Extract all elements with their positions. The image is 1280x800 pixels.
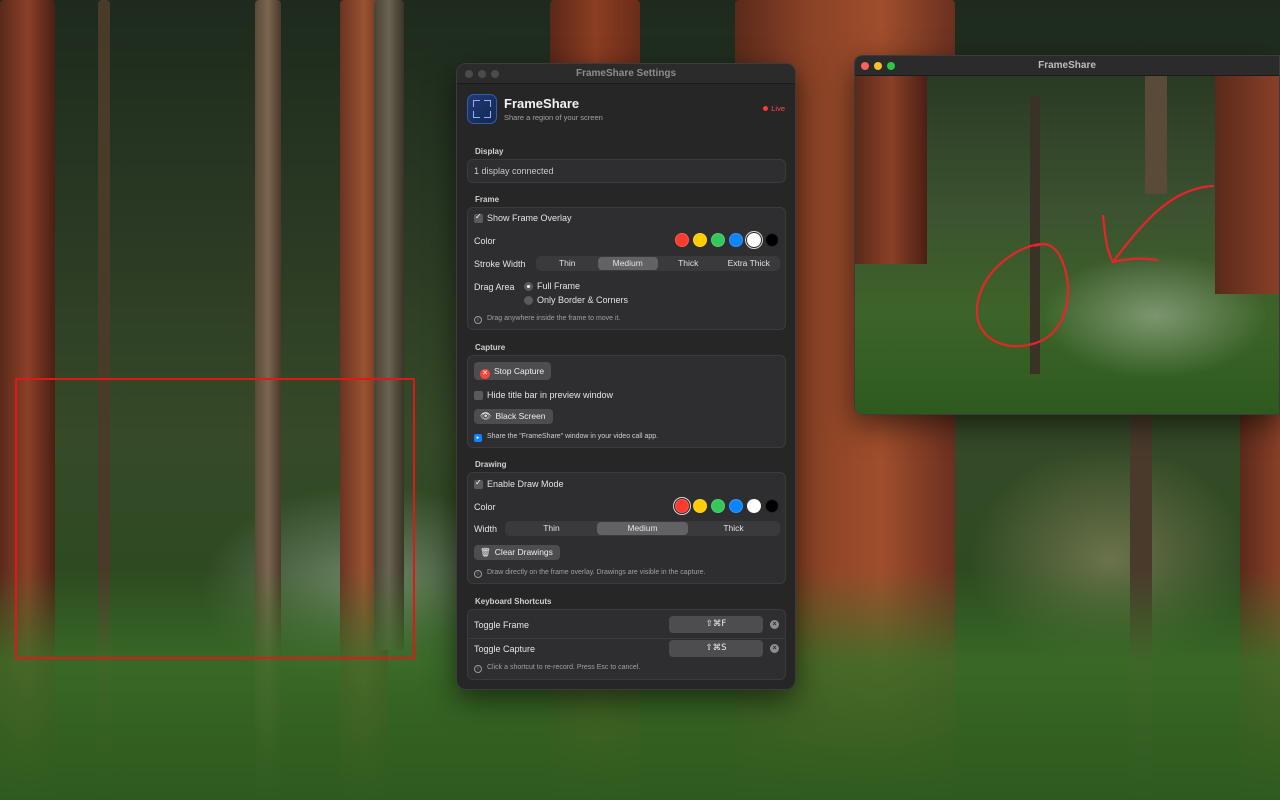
frame-section-label: Frame bbox=[475, 195, 500, 204]
toggle-capture-label: Toggle Capture bbox=[474, 644, 536, 654]
live-label: Live bbox=[771, 104, 785, 113]
toggle-capture-shortcut-field[interactable]: ⇧⌘S bbox=[669, 640, 763, 657]
live-indicator: Live bbox=[763, 104, 785, 113]
stroke-width-option-thin[interactable]: Thin bbox=[537, 257, 598, 270]
color-swatch-3[interactable] bbox=[729, 233, 743, 247]
shortcut-divider bbox=[468, 638, 785, 639]
drawing-width-option-medium[interactable]: Medium bbox=[597, 522, 688, 535]
info-icon: i bbox=[474, 316, 482, 324]
color-swatch-4[interactable] bbox=[747, 499, 761, 513]
app-name: FrameShare bbox=[504, 96, 580, 111]
capture-frame-overlay[interactable] bbox=[15, 378, 415, 659]
color-swatch-0[interactable] bbox=[675, 233, 689, 247]
drag-border-corners-label[interactable]: Only Border & Corners bbox=[537, 295, 628, 305]
enable-draw-mode-label[interactable]: Enable Draw Mode bbox=[487, 479, 564, 489]
clear-toggle-frame-shortcut-icon[interactable]: × bbox=[770, 620, 779, 629]
drawing-color-label: Color bbox=[474, 502, 496, 512]
clear-toggle-capture-shortcut-icon[interactable]: × bbox=[770, 644, 779, 653]
toggle-frame-label: Toggle Frame bbox=[474, 620, 530, 630]
color-swatch-0[interactable] bbox=[675, 499, 689, 513]
drag-border-corners-radio[interactable] bbox=[524, 296, 533, 305]
frame-color-swatches bbox=[675, 233, 779, 247]
color-swatch-2[interactable] bbox=[711, 499, 725, 513]
frame-color-label: Color bbox=[474, 236, 496, 246]
black-screen-button[interactable]: 👁 Black Screen bbox=[474, 409, 553, 424]
app-icon bbox=[467, 94, 497, 124]
preview-drawings bbox=[975, 184, 1215, 348]
drawing-width-segmented-control: Thin Medium Thick bbox=[505, 521, 780, 536]
stop-capture-button[interactable]: ✕ Stop Capture bbox=[474, 362, 552, 380]
hide-titlebar-label[interactable]: Hide title bar in preview window bbox=[487, 390, 613, 400]
window-title: FrameShare Settings bbox=[575, 68, 677, 79]
app-subtitle: Share a region of your screen bbox=[504, 113, 603, 122]
drawing-section-label: Drawing bbox=[475, 460, 507, 469]
enable-draw-mode-checkbox[interactable] bbox=[474, 478, 483, 489]
hide-titlebar-checkbox[interactable] bbox=[474, 391, 483, 400]
live-dot-icon bbox=[763, 106, 769, 111]
clear-drawings-button[interactable]: 🗑 Clear Drawings bbox=[474, 545, 560, 560]
drawing-width-option-thick[interactable]: Thick bbox=[688, 522, 779, 535]
capture-hint: ▸ Share the "FrameShare" window in your v… bbox=[474, 433, 658, 442]
capture-section-label: Capture bbox=[475, 343, 506, 352]
drag-full-frame-label[interactable]: Full Frame bbox=[537, 281, 580, 291]
shortcuts-hint: i Click a shortcut to re-record. Press Es… bbox=[474, 664, 640, 673]
app-header: FrameShare Share a region of your screen… bbox=[467, 94, 785, 128]
frame-box: Show Frame Overlay Color Stroke Width Th… bbox=[467, 207, 786, 330]
frame-hint: i Drag anywhere inside the frame to move … bbox=[474, 315, 620, 324]
capture-box: ✕ Stop Capture Hide title bar in preview … bbox=[467, 355, 786, 448]
color-swatch-2[interactable] bbox=[711, 233, 725, 247]
toggle-frame-shortcut-field[interactable]: ⇧⌘F bbox=[669, 616, 763, 633]
share-window-icon: ▸ bbox=[474, 434, 482, 442]
drawn-circle bbox=[975, 242, 1070, 348]
eye-icon: 👁 bbox=[480, 412, 492, 422]
drawing-hint: i Draw directly on the frame overlay. Dra… bbox=[474, 569, 706, 578]
display-box: 1 display connected bbox=[467, 159, 786, 183]
preview-content bbox=[855, 76, 1279, 414]
show-frame-overlay-checkbox[interactable] bbox=[474, 212, 483, 223]
settings-window: FrameShare Settings FrameShare Share a r… bbox=[456, 63, 796, 690]
color-swatch-1[interactable] bbox=[693, 499, 707, 513]
stop-icon: ✕ bbox=[480, 369, 490, 379]
trash-icon: 🗑 bbox=[480, 547, 491, 557]
display-section-label: Display bbox=[475, 147, 504, 156]
color-swatch-4[interactable] bbox=[747, 233, 761, 247]
display-status: 1 display connected bbox=[474, 166, 554, 176]
drag-full-frame-radio[interactable] bbox=[524, 282, 533, 291]
info-icon: i bbox=[474, 570, 482, 578]
color-swatch-5[interactable] bbox=[765, 499, 779, 513]
color-swatch-3[interactable] bbox=[729, 499, 743, 513]
stroke-width-segmented-control: Thin Medium Thick Extra Thick bbox=[536, 256, 780, 271]
drawing-width-option-thin[interactable]: Thin bbox=[506, 522, 597, 535]
stroke-width-option-extra-thick[interactable]: Extra Thick bbox=[719, 257, 780, 270]
drawing-box: Enable Draw Mode Color Width ThinMediumT… bbox=[467, 472, 786, 584]
preview-titlebar[interactable]: FrameShare bbox=[855, 56, 1279, 76]
drawn-arrow bbox=[1101, 184, 1215, 264]
settings-titlebar[interactable]: FrameShare Settings bbox=[457, 64, 795, 84]
info-icon: i bbox=[474, 665, 482, 673]
stroke-width-label: Stroke Width bbox=[474, 259, 526, 269]
preview-window: FrameShare bbox=[854, 55, 1280, 415]
drawing-width-label: Width bbox=[474, 524, 498, 534]
show-frame-overlay-label[interactable]: Show Frame Overlay bbox=[487, 213, 572, 223]
drag-area-label: Drag Area bbox=[474, 282, 515, 292]
stroke-width-option-medium[interactable]: Medium bbox=[597, 257, 658, 270]
color-swatch-5[interactable] bbox=[765, 233, 779, 247]
drawing-color-swatches bbox=[675, 499, 779, 513]
shortcuts-box: Toggle Frame ⇧⌘F × Toggle Capture ⇧⌘S × … bbox=[467, 609, 786, 680]
shortcuts-section-label: Keyboard Shortcuts bbox=[475, 597, 552, 606]
color-swatch-1[interactable] bbox=[693, 233, 707, 247]
stroke-width-option-thick[interactable]: Thick bbox=[658, 257, 719, 270]
preview-window-title: FrameShare bbox=[1038, 60, 1096, 71]
